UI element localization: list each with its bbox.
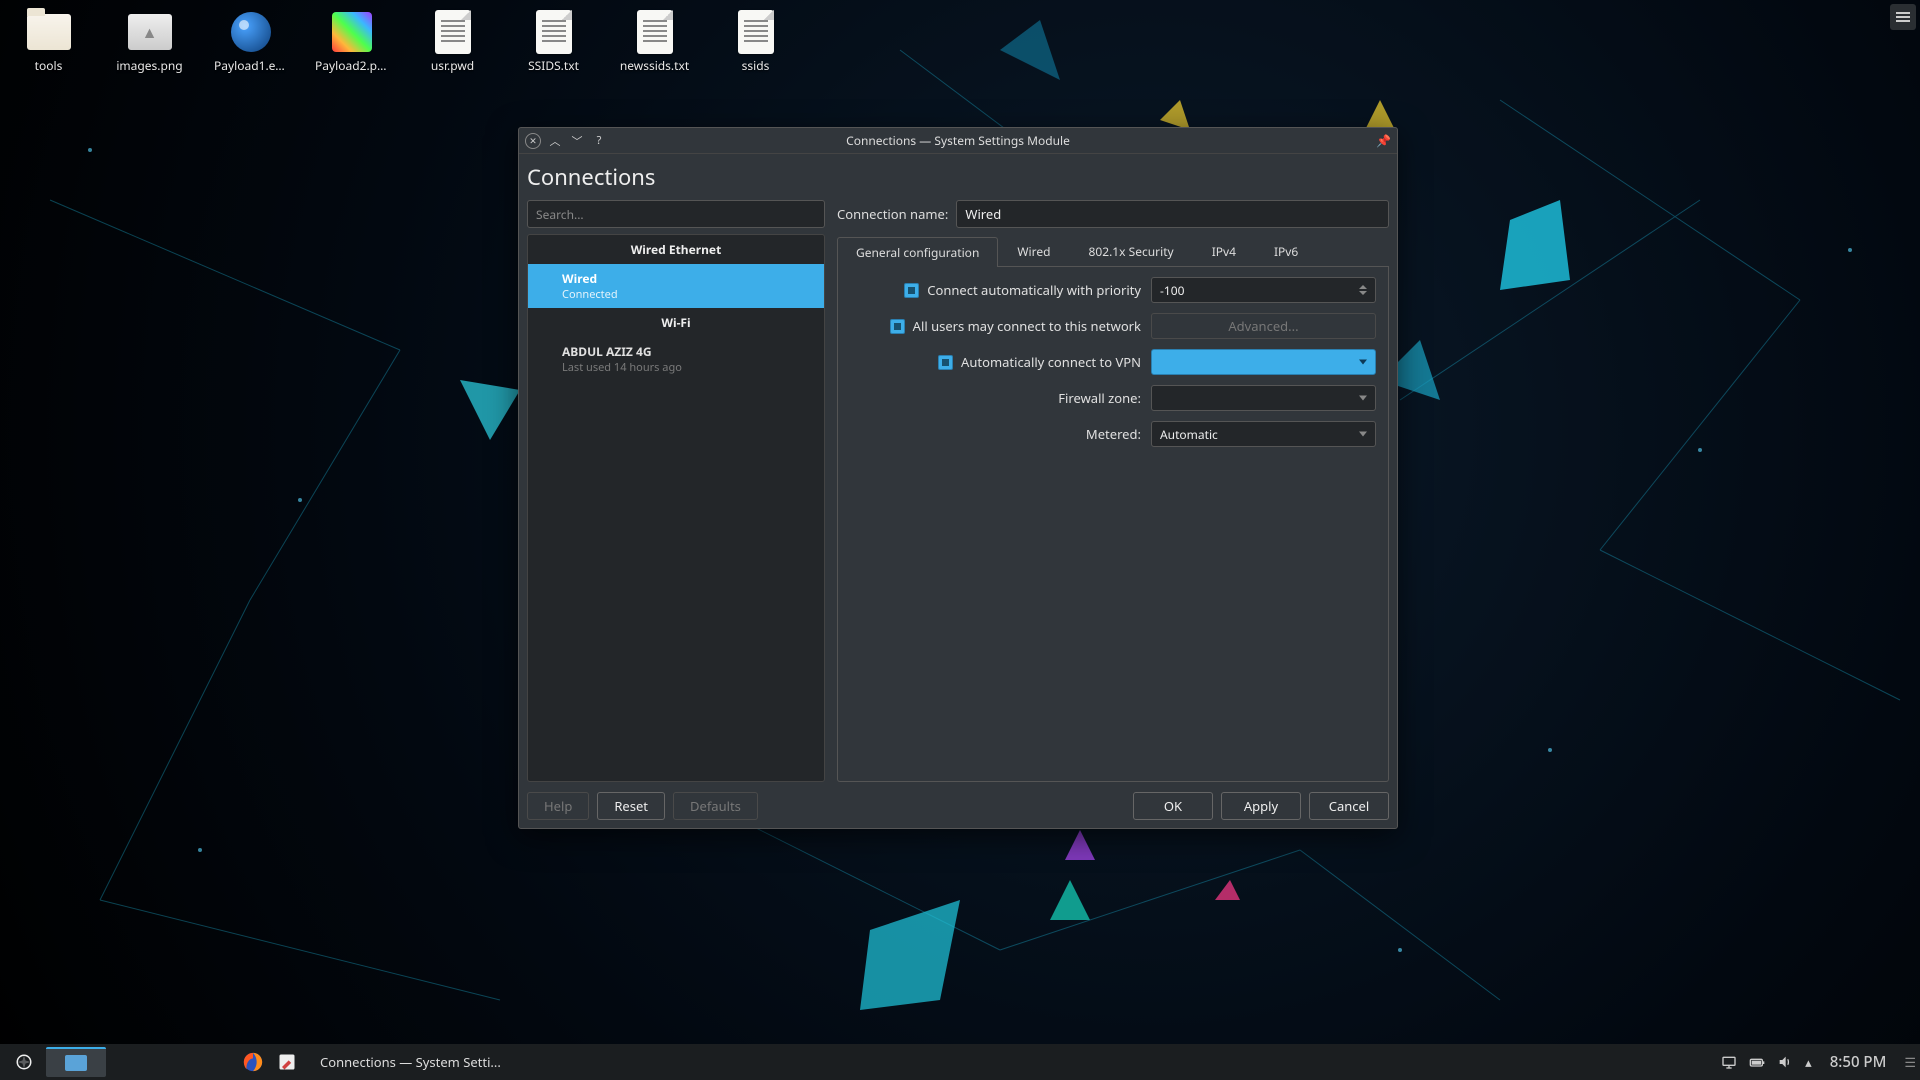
desktop-icon[interactable]: Payload1.exe <box>214 10 287 74</box>
firewall-label: Firewall zone: <box>1058 389 1141 407</box>
connection-name-label: Connection name: <box>837 205 948 223</box>
volume-tray-icon[interactable] <box>1777 1054 1793 1070</box>
general-config-panel: Connect automatically with priority -100 <box>837 267 1389 782</box>
ok-button[interactable]: OK <box>1133 792 1213 820</box>
connection-group-header: Wired Ethernet <box>528 235 824 264</box>
priority-spinbox[interactable]: -100 <box>1151 277 1376 303</box>
cancel-button[interactable]: Cancel <box>1309 792 1389 820</box>
auto-vpn-label: Automatically connect to VPN <box>961 353 1141 371</box>
taskbar-spacer <box>110 1047 170 1077</box>
desktop-icon[interactable]: usr.pwd <box>416 10 489 74</box>
auto-connect-checkbox[interactable] <box>904 283 919 298</box>
connections-window: ✕ ︿ ﹀ ? Connections — System Settings Mo… <box>518 127 1398 829</box>
all-users-label: All users may connect to this network <box>913 317 1141 335</box>
battery-tray-icon[interactable] <box>1749 1054 1765 1070</box>
taskbar-task-connections[interactable]: Connections — System Setti... <box>306 1047 526 1077</box>
search-input[interactable] <box>527 200 825 228</box>
vpn-combo[interactable] <box>1151 349 1376 375</box>
desktop-icons: tools ▲images.png Payload1.exe Payload2.png… <box>12 10 792 74</box>
sidebar-toggle-icon[interactable]: ☰ <box>1904 1053 1914 1071</box>
desktop-icon[interactable]: Payload2.png <box>315 10 388 74</box>
app-launcher[interactable] <box>6 1047 42 1077</box>
connection-item[interactable]: ABDUL AZIZ 4GLast used 14 hours ago <box>528 337 824 381</box>
tab-bar: General configurationWired802.1x Securit… <box>837 236 1389 267</box>
reset-button[interactable]: Reset <box>597 792 665 820</box>
advanced-button[interactable]: Advanced... <box>1151 313 1376 339</box>
auto-vpn-checkbox[interactable] <box>938 355 953 370</box>
defaults-button[interactable]: Defaults <box>673 792 758 820</box>
connection-list: Wired EthernetWiredConnectedWi-FiABDUL A… <box>527 234 825 782</box>
pin-icon[interactable]: 📌 <box>1376 132 1391 149</box>
firewall-combo[interactable] <box>1151 385 1376 411</box>
desktop-icon[interactable]: ssids <box>719 10 792 74</box>
desktop-icon[interactable]: SSIDS.txt <box>517 10 590 74</box>
tab[interactable]: 802.1x Security <box>1070 236 1193 266</box>
tab[interactable]: IPv6 <box>1255 236 1317 266</box>
dialog-buttons: Help Reset Defaults OK Apply Cancel <box>527 782 1389 820</box>
apply-button[interactable]: Apply <box>1221 792 1301 820</box>
page-heading: Connections <box>527 158 1389 200</box>
clock[interactable]: 8:50 PM <box>1830 1052 1887 1072</box>
tray-expand-icon[interactable]: ▴ <box>1805 1053 1812 1071</box>
desktop-icon[interactable]: newssids.txt <box>618 10 691 74</box>
auto-connect-label: Connect automatically with priority <box>927 281 1141 299</box>
help-icon[interactable]: ? <box>591 133 607 149</box>
tab[interactable]: Wired <box>998 236 1069 266</box>
connection-name-input[interactable] <box>956 200 1389 228</box>
text-editor-icon[interactable] <box>272 1047 302 1077</box>
help-button[interactable]: Help <box>527 792 589 820</box>
desktop-icon[interactable]: tools <box>12 10 85 74</box>
nav-up-icon[interactable]: ︿ <box>547 133 563 149</box>
tab[interactable]: General configuration <box>837 237 998 267</box>
system-tray: ▴ 8:50 PM ☰ <box>1721 1052 1914 1072</box>
nav-down-icon[interactable]: ﹀ <box>569 133 585 149</box>
taskbar-spacer <box>174 1047 234 1077</box>
desktop-menu-button[interactable] <box>1890 4 1916 30</box>
close-icon[interactable]: ✕ <box>525 133 541 149</box>
titlebar[interactable]: ✕ ︿ ﹀ ? Connections — System Settings Mo… <box>519 128 1397 154</box>
network-tray-icon[interactable] <box>1721 1054 1737 1070</box>
desktop-icon[interactable]: ▲images.png <box>113 10 186 74</box>
show-desktop-button[interactable] <box>46 1047 106 1077</box>
metered-combo[interactable]: Automatic <box>1151 421 1376 447</box>
firefox-icon[interactable] <box>238 1047 268 1077</box>
connection-item[interactable]: WiredConnected <box>528 264 824 308</box>
connection-group-header: Wi-Fi <box>528 308 824 337</box>
all-users-checkbox[interactable] <box>890 319 905 334</box>
window-title: Connections — System Settings Module <box>519 132 1397 149</box>
tab[interactable]: IPv4 <box>1193 236 1255 266</box>
taskbar: Connections — System Setti... ▴ 8:50 PM … <box>0 1044 1920 1080</box>
metered-label: Metered: <box>1086 425 1141 443</box>
